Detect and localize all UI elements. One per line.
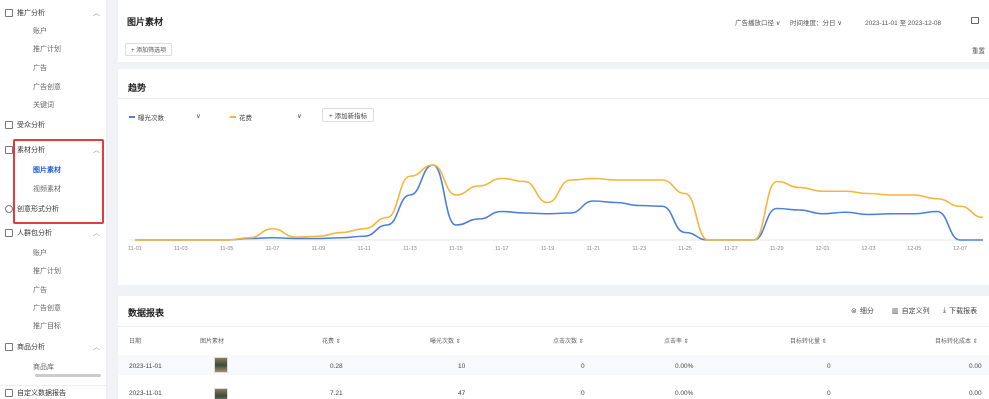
chart-icon — [5, 9, 13, 17]
divider — [118, 326, 989, 327]
sidebar-item-account[interactable]: 账户 — [0, 22, 107, 40]
scope-select[interactable]: 广告播放口径 ∨ — [735, 17, 781, 27]
sidebar-item-keyword[interactable]: 关键词 — [0, 96, 107, 114]
sidebar-item-ad[interactable]: 广告 — [0, 59, 107, 77]
col-header-clicks[interactable]: 点击次数 ⇕ — [553, 336, 584, 345]
col-header-image: 图片素材 — [200, 339, 225, 345]
sidebar-item-plan[interactable]: 推广计划 — [0, 40, 107, 58]
header-card: 图片素材 广告播放口径 ∨ 时间维度：分日 ∨ 2023-11-01 至 202… — [118, 0, 989, 62]
chevron-down-icon[interactable]: ∨ — [297, 112, 302, 120]
cell-date: 2023-11-01 — [129, 390, 162, 397]
audience-icon — [5, 121, 13, 129]
bulb-icon — [5, 205, 13, 213]
calendar-icon[interactable] — [971, 17, 979, 24]
chevron-up-icon: ︿ — [93, 344, 100, 351]
sidebar-scrollbar[interactable] — [35, 374, 101, 377]
col-header-date[interactable]: 日期 — [129, 336, 141, 345]
image-thumbnail[interactable] — [214, 357, 228, 373]
sidebar-group-audience[interactable]: 受众分析 — [0, 116, 107, 134]
cell-conv-cost: 0.00 — [969, 390, 982, 397]
table-title: 数据报表 — [128, 308, 165, 318]
cell-conv-cost: 0.00 — [969, 363, 982, 370]
reset-button[interactable]: 重置 — [972, 45, 985, 55]
highlight-box — [13, 139, 104, 224]
divider — [118, 98, 989, 99]
table-row[interactable] — [118, 355, 989, 375]
cell-ctr: 0.00% — [675, 390, 694, 397]
cell-cost: 0.28 — [330, 363, 343, 370]
sidebar-item-crowd-goal[interactable]: 推广目标 — [0, 317, 107, 335]
sidebar-item-crowd-plan[interactable]: 推广计划 — [0, 262, 107, 280]
cell-conversions: 0 — [827, 363, 831, 370]
sidebar-item-creative[interactable]: 广告创意 — [0, 78, 107, 96]
sidebar-item-crowd-ad[interactable]: 广告 — [0, 281, 107, 299]
image-thumbnail[interactable] — [214, 388, 228, 399]
download-report-button[interactable]: ⤓ 下载报表 — [943, 306, 977, 316]
report-icon — [5, 389, 13, 397]
cell-ctr: 0.00% — [675, 363, 694, 370]
crowd-icon — [5, 229, 13, 237]
columns-icon: ▥ — [892, 308, 899, 315]
cell-exposure: 10 — [458, 363, 466, 370]
col-header-conv-cost[interactable]: 目标转化成本 ⇕ — [935, 336, 978, 345]
sidebar-group-crowd[interactable]: 人群包分析 ︿ — [0, 224, 107, 242]
col-header-conversions[interactable]: 目标转化量 ⇕ — [790, 336, 827, 345]
trend-card: 趋势 — [118, 69, 989, 285]
cell-clicks: 0 — [581, 363, 585, 370]
breakdown-button[interactable]: ⊜ 细分 — [851, 306, 874, 316]
sidebar-group-promotion[interactable]: 推广分析 ︿ — [0, 4, 107, 22]
table-row[interactable] — [118, 377, 989, 397]
layers-icon: ⊜ — [851, 308, 857, 315]
chevron-down-icon[interactable]: ∨ — [196, 112, 201, 120]
trend-title: 趋势 — [128, 83, 147, 93]
sidebar-item-crowd-account[interactable]: 账户 — [0, 244, 107, 262]
series-swatch — [129, 116, 135, 118]
granularity-select[interactable]: 时间维度：分日 ∨ — [790, 17, 842, 27]
col-header-exposure[interactable]: 曝光次数 ⇕ — [430, 336, 461, 345]
sidebar-group-product[interactable]: 商品分析 ︿ — [0, 338, 107, 356]
cell-cost: 7.21 — [330, 390, 343, 397]
date-range-picker[interactable]: 2023-11-01 至 2023-12-08 — [865, 17, 941, 27]
cell-conversions: 0 — [827, 390, 831, 397]
add-filter-button[interactable]: + 添加筛选项 — [125, 43, 173, 56]
cell-clicks: 0 — [581, 390, 585, 397]
cell-date: 2023-11-01 — [129, 363, 162, 370]
product-icon — [5, 343, 13, 351]
series-swatch — [230, 116, 236, 118]
page-title: 图片素材 — [127, 17, 164, 27]
sidebar: 推广分析 ︿ 账户 推广计划 广告 广告创意 关键词 受众分析 素材分析 ︿ 图片素… — [0, 0, 107, 399]
metric-select-exposure[interactable]: 曝光次数 — [129, 112, 164, 122]
chevron-up-icon: ︿ — [93, 10, 100, 17]
chevron-up-icon: ︿ — [93, 230, 100, 237]
metric-select-cost[interactable]: 花费 — [230, 112, 252, 122]
download-icon: ⤓ — [943, 307, 947, 314]
add-metric-button[interactable]: + 添加新指标 — [322, 108, 375, 122]
sidebar-item-crowd-creative[interactable]: 广告创意 — [0, 299, 107, 317]
image-icon — [5, 146, 13, 154]
col-header-ctr[interactable]: 点击率 ⇕ — [664, 336, 689, 345]
sidebar-group-custom-report[interactable]: 自定义数据报告 — [0, 384, 107, 399]
custom-columns-button[interactable]: ▥ 自定义列 — [892, 306, 930, 316]
col-header-cost[interactable]: 花费 ⇕ — [322, 336, 341, 345]
cell-exposure: 47 — [458, 390, 466, 397]
